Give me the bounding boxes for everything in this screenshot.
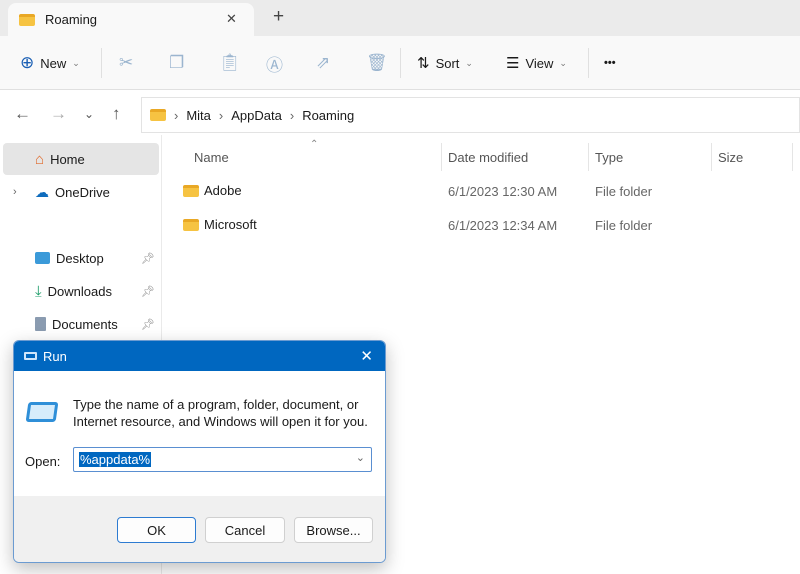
ok-button[interactable]: OK [117,517,196,543]
close-icon[interactable]: ✕ [360,347,373,365]
share-icon[interactable]: ⇗ [316,36,330,90]
tab-title: Roaming [45,12,98,27]
sort-label: Sort [435,55,460,71]
view-button[interactable]: ☰ View ⌄ [506,36,567,90]
chevron-right-icon: › [174,107,179,123]
sidebar-item-label: Desktop [56,250,104,266]
file-type: File folder [595,184,653,199]
file-name: Adobe [204,183,242,198]
more-options-button[interactable]: ••• [604,36,616,90]
divider [101,48,102,78]
column-header-size[interactable]: Size [718,150,743,165]
sort-button[interactable]: ⇅ Sort ⌄ [417,36,473,90]
view-icon: ☰ [506,55,520,72]
sidebar-item-downloads[interactable]: ⤓ Downloads 📌︎ [3,275,159,307]
chevron-down-icon: ⌄ [559,57,567,68]
sidebar-item-documents[interactable]: Documents 📌︎ [3,308,159,340]
pin-icon[interactable]: 📌︎ [141,285,155,298]
copy-icon[interactable]: ❐ [169,36,184,90]
close-tab-icon[interactable]: ✕ [226,11,237,27]
folder-icon [183,218,199,231]
file-type: File folder [595,218,653,233]
pin-icon[interactable]: 📌︎ [141,318,155,331]
sidebar-item-label: Downloads [47,283,112,299]
open-combobox[interactable]: %appdata% ⌄ [73,447,372,472]
paste-icon[interactable]: 📋︎ [219,36,241,90]
run-title: Run [43,348,67,364]
sidebar-item-label: Home [50,151,85,167]
column-header-date-modified[interactable]: Date modified [448,150,528,165]
breadcrumb-appdata[interactable]: AppData [231,108,282,123]
open-label: Open: [25,454,61,469]
home-icon: ⌂ [35,150,45,168]
sidebar-item-label: Documents [52,316,118,332]
open-input-value[interactable]: %appdata% [79,452,152,467]
command-bar: ⊕ New ⌄ ✂ ❐ 📋︎ Ⓐ ⇗ 🗑︎ ⇅ Sort ⌄ ☰ View ⌄ ••• [0,36,800,90]
rename-icon[interactable]: Ⓐ [266,36,283,90]
expand-chevron-icon[interactable]: › [13,186,17,198]
file-date: 6/1/2023 12:34 AM [448,218,558,233]
chevron-down-icon: ⌄ [72,57,80,68]
chevron-right-icon: › [289,107,295,123]
pin-icon[interactable]: 📌︎ [141,252,155,265]
breadcrumb-mita[interactable]: Mita [186,108,211,123]
plus-circle-icon: ⊕ [20,53,35,72]
divider [588,143,589,171]
browse-button[interactable]: Browse... [294,517,373,543]
divider [792,143,793,171]
column-header-name[interactable]: Name [194,150,229,165]
sidebar-item-desktop[interactable]: Desktop 📌︎ [3,242,159,274]
folder-icon [150,109,166,121]
divider [711,143,712,171]
divider [441,143,442,171]
recent-chevron-icon[interactable]: ⌄ [84,107,94,121]
run-description: Type the name of a program, folder, docu… [73,397,368,429]
sidebar-item-home[interactable]: ⌂ Home [3,143,159,175]
file-row-adobe[interactable]: Adobe [183,183,242,198]
new-label: New [40,55,67,71]
divider [588,48,589,78]
chevron-right-icon: › [218,107,224,123]
sidebar-item-label: OneDrive [55,184,110,200]
download-icon: ⤓ [35,282,42,300]
back-icon[interactable]: ← [14,104,31,124]
breadcrumb-roaming[interactable]: Roaming [302,108,354,123]
file-name: Microsoft [204,217,257,232]
tab-roaming[interactable]: Roaming ✕ [8,3,254,36]
column-header-type[interactable]: Type [595,150,623,165]
sort-icon: ⇅ [417,55,430,72]
view-label: View [525,55,554,71]
document-icon [35,317,46,331]
cut-icon[interactable]: ✂ [119,36,133,90]
file-row-microsoft[interactable]: Microsoft [183,217,257,232]
new-tab-button[interactable]: + [273,6,284,28]
run-program-icon [25,402,59,422]
file-date: 6/1/2023 12:30 AM [448,184,558,199]
cloud-icon: ☁ [35,183,49,200]
sort-ascending-icon: ⌃ [310,139,319,150]
delete-icon[interactable]: 🗑︎ [366,36,388,90]
sidebar-item-onedrive[interactable]: › ☁ OneDrive [3,176,159,208]
cancel-button[interactable]: Cancel [205,517,285,543]
folder-icon [183,184,199,197]
chevron-down-icon[interactable]: ⌄ [356,451,365,464]
run-title-bar[interactable]: Run ✕ [14,341,385,371]
run-icon [24,352,37,360]
chevron-down-icon: ⌄ [465,57,473,68]
forward-icon[interactable]: → [50,104,67,124]
new-button[interactable]: ⊕ New ⌄ [20,36,80,90]
up-icon[interactable]: ↑ [112,104,121,124]
folder-icon [19,14,35,26]
desktop-icon [35,252,50,264]
run-dialog: Run ✕ Type the name of a program, folder… [13,340,386,563]
divider [400,48,401,78]
address-bar[interactable]: › Mita › AppData › Roaming [141,97,800,133]
